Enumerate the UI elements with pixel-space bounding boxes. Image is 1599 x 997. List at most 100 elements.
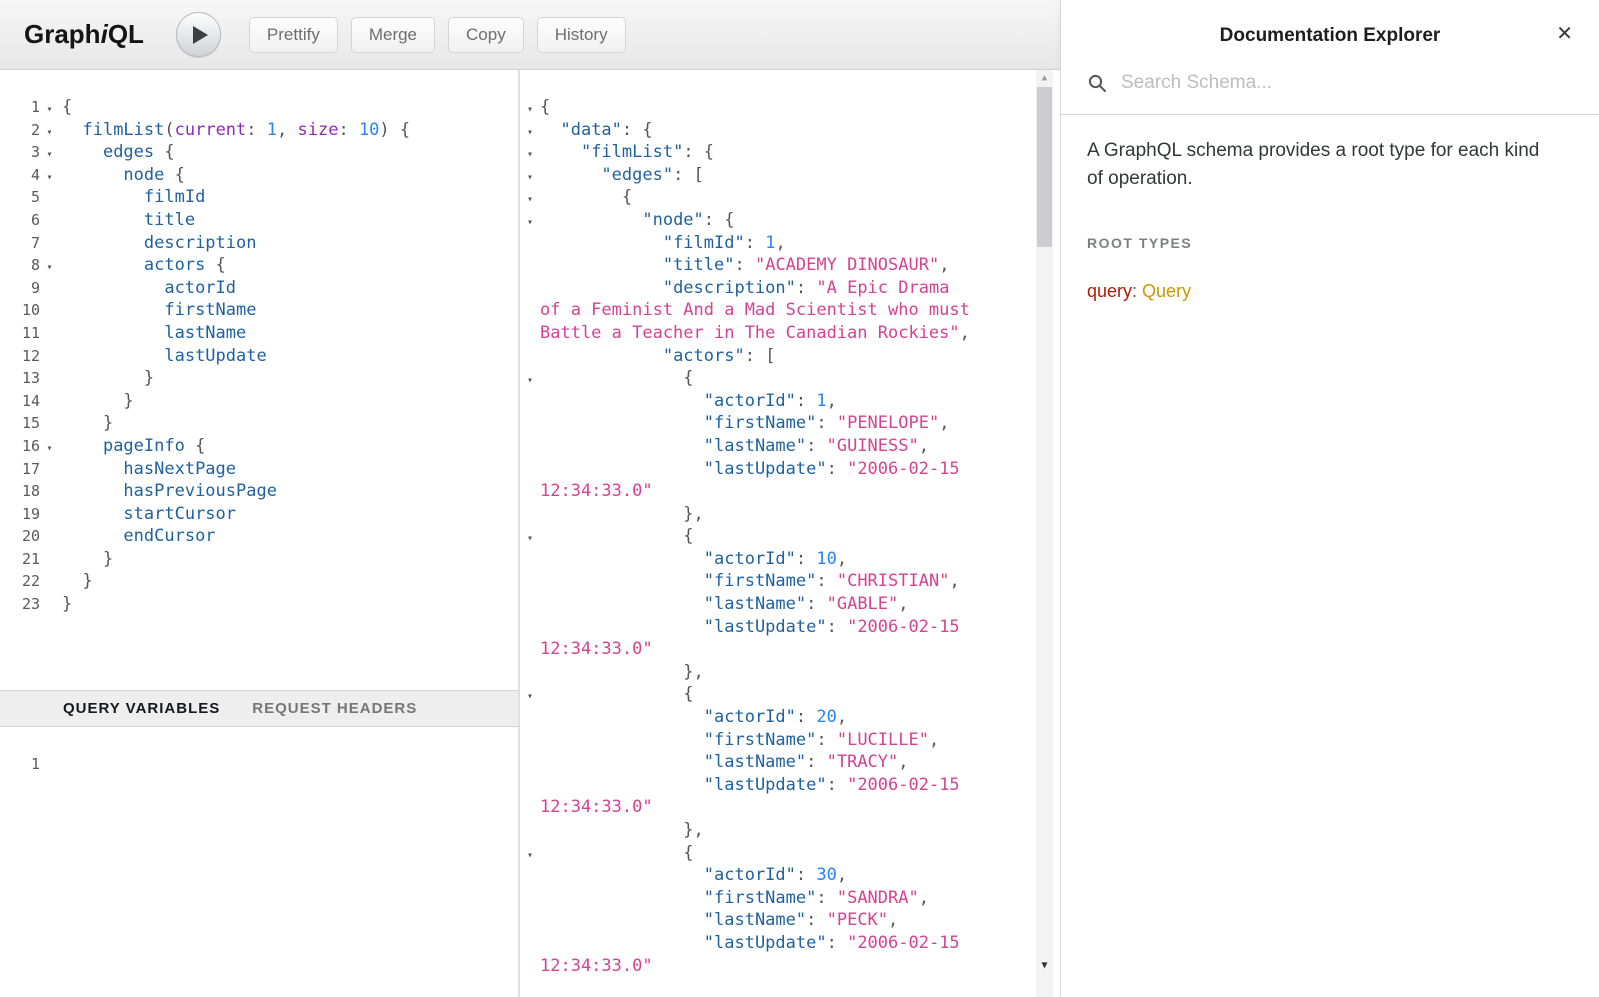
- variables-editor[interactable]: 1: [0, 727, 518, 997]
- query-line[interactable]: 1▾{: [0, 96, 518, 119]
- query-line[interactable]: 16▾ pageInfo {: [0, 435, 518, 458]
- query-line[interactable]: 23}: [0, 593, 518, 616]
- response-line[interactable]: ▾ {: [520, 186, 1060, 209]
- fold-arrow-icon[interactable]: ▾: [520, 167, 540, 190]
- prettify-button[interactable]: Prettify: [249, 17, 338, 53]
- fold-arrow-icon[interactable]: ▾: [520, 144, 540, 167]
- fold-arrow-icon[interactable]: ▾: [40, 438, 59, 461]
- response-line[interactable]: },: [520, 503, 1060, 526]
- fold-arrow-icon[interactable]: ▾: [520, 99, 540, 122]
- fold-arrow-icon[interactable]: ▾: [40, 122, 59, 145]
- query-line[interactable]: 14 }: [0, 390, 518, 413]
- query-line[interactable]: 22 }: [0, 570, 518, 593]
- response-line[interactable]: "actorId": 30,: [520, 864, 1060, 887]
- response-line[interactable]: Battle a Teacher in The Canadian Rockies…: [520, 322, 1060, 345]
- query-line[interactable]: 18 hasPreviousPage: [0, 480, 518, 503]
- history-button[interactable]: History: [537, 17, 626, 53]
- response-line[interactable]: "lastUpdate": "2006-02-15: [520, 932, 1060, 955]
- logo-text-pre: Graph: [24, 19, 101, 49]
- fold-arrow-icon[interactable]: ▾: [520, 686, 540, 709]
- response-line[interactable]: "lastName": "TRACY",: [520, 751, 1060, 774]
- query-line[interactable]: 11 lastName: [0, 322, 518, 345]
- fold-arrow-icon[interactable]: ▾: [40, 99, 59, 122]
- response-line[interactable]: },: [520, 661, 1060, 684]
- code-text: },: [540, 819, 704, 842]
- code-text: "actorId": 30,: [540, 864, 847, 887]
- response-line[interactable]: "actorId": 20,: [520, 706, 1060, 729]
- query-line[interactable]: 5 filmId: [0, 186, 518, 209]
- fold-arrow-icon[interactable]: ▾: [40, 144, 59, 167]
- response-line[interactable]: ▾ "filmList": {: [520, 141, 1060, 164]
- copy-button[interactable]: Copy: [448, 17, 524, 53]
- response-line[interactable]: "lastName": "GUINESS",: [520, 435, 1060, 458]
- query-line[interactable]: 6 title: [0, 209, 518, 232]
- response-line[interactable]: 12:34:33.0": [520, 638, 1060, 661]
- fold-arrow-icon[interactable]: ▾: [520, 122, 540, 145]
- fold-arrow-icon[interactable]: ▾: [40, 257, 59, 280]
- query-line[interactable]: 4▾ node {: [0, 164, 518, 187]
- response-line[interactable]: ▾ "data": {: [520, 119, 1060, 142]
- response-line[interactable]: "title": "ACADEMY DINOSAUR",: [520, 254, 1060, 277]
- response-pane[interactable]: ▾{▾ "data": {▾ "filmList": {▾ "edges": […: [520, 70, 1060, 997]
- query-line[interactable]: 21 }: [0, 548, 518, 571]
- scroll-up-icon[interactable]: ▲: [1036, 70, 1053, 86]
- query-line[interactable]: 15 }: [0, 412, 518, 435]
- response-line[interactable]: ▾ {: [520, 683, 1060, 706]
- fold-arrow-icon[interactable]: ▾: [40, 167, 59, 190]
- response-line[interactable]: of a Feminist And a Mad Scientist who mu…: [520, 299, 1060, 322]
- query-line[interactable]: 12 lastUpdate: [0, 345, 518, 368]
- response-line[interactable]: "actors": [: [520, 345, 1060, 368]
- merge-button[interactable]: Merge: [351, 17, 435, 53]
- scroll-down-icon[interactable]: ▼: [1036, 957, 1053, 973]
- query-line[interactable]: 9 actorId: [0, 277, 518, 300]
- query-line[interactable]: 20 endCursor: [0, 525, 518, 548]
- response-line[interactable]: 12:34:33.0": [520, 796, 1060, 819]
- response-line[interactable]: ▾ {: [520, 525, 1060, 548]
- response-line[interactable]: "firstName": "SANDRA",: [520, 887, 1060, 910]
- tab-request-headers[interactable]: REQUEST HEADERS: [252, 700, 417, 717]
- response-line[interactable]: "actorId": 10,: [520, 548, 1060, 571]
- query-line[interactable]: 7 description: [0, 232, 518, 255]
- response-line[interactable]: ▾{: [520, 96, 1060, 119]
- query-line[interactable]: 17 hasNextPage: [0, 458, 518, 481]
- query-line[interactable]: 10 firstName: [0, 299, 518, 322]
- query-line[interactable]: 3▾ edges {: [0, 141, 518, 164]
- response-line[interactable]: },: [520, 819, 1060, 842]
- fold-arrow-icon[interactable]: ▾: [520, 370, 540, 393]
- query-line[interactable]: 13 }: [0, 367, 518, 390]
- doc-search-input[interactable]: [1121, 72, 1573, 94]
- response-line[interactable]: "firstName": "PENELOPE",: [520, 412, 1060, 435]
- query-editor[interactable]: 1▾{2▾ filmList(current: 1, size: 10) {3▾…: [0, 70, 518, 690]
- response-line[interactable]: "firstName": "LUCILLE",: [520, 729, 1060, 752]
- fold-arrow-icon[interactable]: ▾: [520, 845, 540, 868]
- variables-line[interactable]: 1: [0, 753, 518, 776]
- query-line[interactable]: 19 startCursor: [0, 503, 518, 526]
- response-line[interactable]: "firstName": "CHRISTIAN",: [520, 570, 1060, 593]
- response-line[interactable]: ▾ {: [520, 842, 1060, 865]
- response-line[interactable]: ▾ {: [520, 367, 1060, 390]
- execute-button[interactable]: [176, 12, 221, 57]
- response-line[interactable]: 12:34:33.0": [520, 480, 1060, 503]
- response-line[interactable]: "lastUpdate": "2006-02-15: [520, 774, 1060, 797]
- response-line[interactable]: "filmId": 1,: [520, 232, 1060, 255]
- response-line[interactable]: "lastName": "GABLE",: [520, 593, 1060, 616]
- response-line[interactable]: "description": "A Epic Drama: [520, 277, 1060, 300]
- root-type-link[interactable]: Query: [1142, 281, 1191, 301]
- fold-arrow-icon[interactable]: ▾: [520, 528, 540, 551]
- close-icon[interactable]: ✕: [1556, 24, 1573, 44]
- response-line[interactable]: "lastUpdate": "2006-02-15: [520, 616, 1060, 639]
- query-line[interactable]: 2▾ filmList(current: 1, size: 10) {: [0, 119, 518, 142]
- tab-query-variables[interactable]: QUERY VARIABLES: [63, 700, 220, 717]
- response-line[interactable]: ▾ "edges": [: [520, 164, 1060, 187]
- fold-arrow-icon[interactable]: ▾: [520, 212, 540, 235]
- scrollbar-thumb[interactable]: [1037, 87, 1052, 247]
- response-line[interactable]: ▾ "node": {: [520, 209, 1060, 232]
- code-text: "filmId": 1,: [540, 232, 786, 255]
- response-scrollbar[interactable]: ▲ ▼: [1036, 70, 1053, 997]
- response-line[interactable]: "actorId": 1,: [520, 390, 1060, 413]
- query-line[interactable]: 8▾ actors {: [0, 254, 518, 277]
- response-line[interactable]: "lastUpdate": "2006-02-15: [520, 458, 1060, 481]
- fold-arrow-icon[interactable]: ▾: [520, 189, 540, 212]
- response-line[interactable]: "lastName": "PECK",: [520, 909, 1060, 932]
- response-line[interactable]: 12:34:33.0": [520, 955, 1060, 978]
